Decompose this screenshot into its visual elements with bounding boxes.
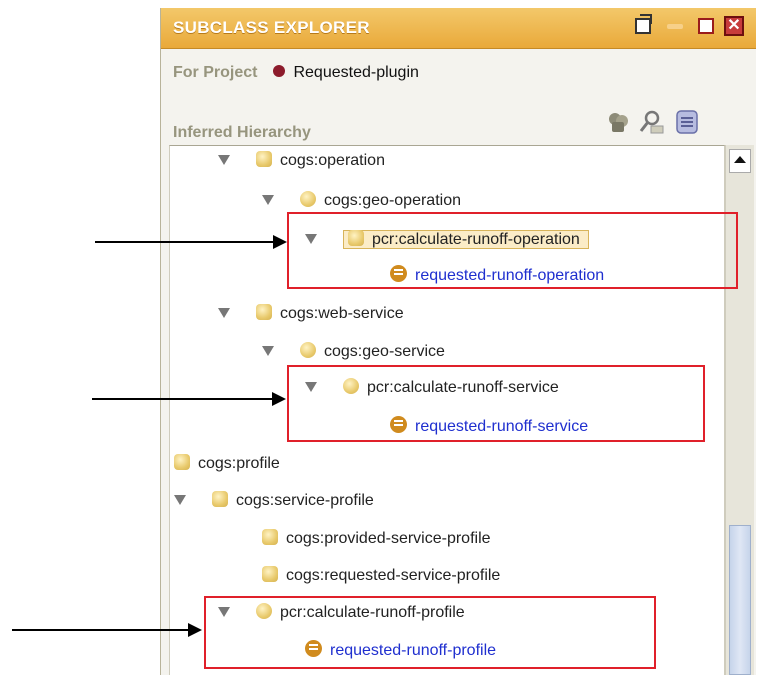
- restore-icon[interactable]: [635, 14, 652, 34]
- class-icon: [300, 191, 316, 207]
- expand-triangle-icon[interactable]: [218, 155, 230, 165]
- class-icon: [256, 304, 272, 320]
- tree-node[interactable]: cogs:geo-operation: [262, 190, 461, 214]
- project-row: For Project Requested-plugin: [173, 64, 419, 86]
- annotation-arrow: [95, 235, 287, 249]
- project-dot-icon: [273, 65, 286, 77]
- scroll-up-arrow-icon[interactable]: [729, 149, 751, 173]
- lock-icon[interactable]: [605, 109, 631, 135]
- class-icon: [256, 151, 272, 167]
- class-icon: [262, 566, 278, 582]
- panel-title: SUBCLASS EXPLORER: [173, 18, 370, 37]
- expand-triangle-icon[interactable]: [262, 346, 274, 356]
- tree-node[interactable]: cogs:web-service: [218, 303, 404, 327]
- highlight-box-profile: [204, 596, 656, 669]
- annotation-arrow: [12, 623, 202, 637]
- close-icon[interactable]: ✕: [724, 16, 744, 36]
- expand-triangle-icon[interactable]: [262, 195, 274, 205]
- tree-node[interactable]: cogs:provided-service-profile: [262, 528, 491, 552]
- maximize-icon[interactable]: [698, 18, 714, 34]
- minimize-icon[interactable]: [667, 24, 683, 29]
- hierarchy-label: Inferred Hierarchy: [173, 124, 311, 141]
- page-icon[interactable]: [674, 109, 700, 135]
- tree-node[interactable]: cogs:profile: [174, 453, 280, 477]
- highlight-box-operation: [287, 212, 738, 289]
- annotation-arrow: [92, 392, 286, 406]
- scrollbar-thumb[interactable]: [729, 525, 751, 675]
- class-icon: [262, 529, 278, 545]
- tree-node[interactable]: cogs:service-profile: [174, 490, 374, 514]
- highlight-box-service: [287, 365, 705, 442]
- project-name: Requested-plugin: [293, 64, 419, 81]
- class-icon: [174, 454, 190, 470]
- title-bar: SUBCLASS EXPLORER ✕: [161, 8, 756, 49]
- tree-node[interactable]: cogs:geo-service: [262, 341, 445, 365]
- tree-node[interactable]: cogs:requested-service-profile: [262, 565, 500, 589]
- expand-triangle-icon[interactable]: [174, 495, 186, 505]
- class-icon: [212, 491, 228, 507]
- class-icon: [300, 342, 316, 358]
- expand-triangle-icon[interactable]: [218, 308, 230, 318]
- find-icon[interactable]: [638, 109, 664, 135]
- tree-node[interactable]: cogs:operation: [218, 150, 385, 174]
- project-label: For Project: [173, 64, 258, 81]
